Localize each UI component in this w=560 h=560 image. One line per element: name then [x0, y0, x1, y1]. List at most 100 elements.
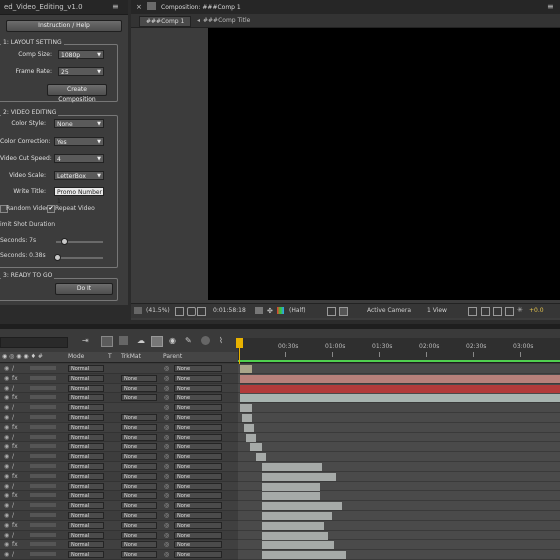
trkmat-dropdown[interactable]: None [121, 541, 157, 549]
video-switch-icon[interactable]: ◉ [4, 365, 9, 372]
trkmat-dropdown[interactable]: None [121, 414, 157, 421]
layer-duration-bar[interactable] [262, 531, 328, 540]
parent-dropdown[interactable]: None [174, 482, 222, 490]
layer-row[interactable]: ◉ fx Normal None ◎ None [0, 393, 238, 404]
frame-blending-icon[interactable] [151, 336, 163, 347]
trkmat-dropdown[interactable]: None [121, 423, 157, 431]
composition-tab[interactable]: × Composition: ###Comp 1 ≡ [131, 0, 560, 14]
max-seconds-slider-handle[interactable] [61, 238, 68, 245]
trkmat-dropdown[interactable]: None [121, 521, 157, 529]
parent-column-header[interactable]: Parent [163, 353, 182, 360]
region-of-interest-icon[interactable] [327, 307, 336, 316]
zoom-dropdown[interactable]: (41.5%) [146, 307, 170, 314]
trkmat-dropdown[interactable]: None [121, 453, 157, 461]
video-cut-speed-dropdown[interactable]: 4 ▼ [54, 154, 104, 163]
layer-duration-bar[interactable] [262, 521, 324, 530]
mode-dropdown[interactable]: Normal [68, 384, 104, 392]
video-switch-icon[interactable]: ◉ [4, 443, 9, 450]
video-switch-icon[interactable]: ◉ [4, 551, 9, 558]
parent-pickwhip-icon[interactable]: ◎ [164, 463, 169, 470]
layer-row[interactable]: ◉ fx Normal None ◎ None [0, 422, 238, 433]
timeline-icon[interactable] [493, 307, 502, 316]
composition-viewer[interactable] [208, 28, 560, 300]
parent-pickwhip-icon[interactable]: ◎ [164, 424, 169, 431]
layer-duration-bar[interactable] [262, 482, 320, 491]
layer-row[interactable]: ◉ fx Normal None ◎ None [0, 491, 238, 502]
layer-row[interactable]: ◉ / Normal None ◎ None [0, 501, 238, 511]
parent-pickwhip-icon[interactable]: ◎ [164, 394, 169, 401]
layer-duration-bar[interactable] [262, 541, 334, 550]
layer-duration-bar[interactable] [256, 453, 266, 462]
parent-dropdown[interactable]: None [174, 384, 222, 392]
parent-dropdown[interactable]: None [174, 453, 222, 461]
parent-pickwhip-icon[interactable]: ◎ [164, 365, 169, 372]
parent-pickwhip-icon[interactable]: ◎ [164, 404, 169, 411]
motion-blur-icon[interactable]: ◉ [169, 336, 176, 345]
layer-duration-bar[interactable] [262, 551, 346, 560]
video-switch-icon[interactable]: ◉ [4, 385, 9, 392]
instruction-help-button[interactable]: Instruction / Help [6, 20, 122, 32]
layer-duration-bar[interactable] [246, 433, 256, 442]
parent-dropdown[interactable]: None [174, 463, 222, 470]
parent-pickwhip-icon[interactable]: ◎ [164, 443, 169, 450]
parent-dropdown[interactable]: None [174, 433, 222, 441]
color-style-dropdown[interactable]: None ▼ [54, 119, 104, 128]
trkmat-dropdown[interactable]: None [121, 433, 157, 441]
mode-dropdown[interactable]: Normal [68, 482, 104, 490]
lock-icon[interactable] [147, 2, 156, 10]
layer-row[interactable]: ◉ / Normal None ◎ None [0, 383, 238, 394]
trkmat-dropdown[interactable]: None [121, 443, 157, 451]
auto-keyframe-icon[interactable] [201, 336, 210, 345]
trkmat-dropdown[interactable]: None [121, 463, 157, 470]
parent-pickwhip-icon[interactable]: ◎ [164, 512, 169, 519]
parent-pickwhip-icon[interactable]: ◎ [164, 375, 169, 382]
layer-row[interactable]: ◉ / Normal None ◎ None [0, 432, 238, 443]
video-switch-icon[interactable]: ◉ [4, 375, 9, 382]
parent-pickwhip-icon[interactable]: ◎ [164, 551, 169, 558]
transparency-grid-icon[interactable] [197, 307, 206, 316]
layer-duration-bar[interactable] [240, 374, 560, 383]
layer-row[interactable]: ◉ / Normal None ◎ None [0, 452, 238, 462]
mode-dropdown[interactable]: Normal [68, 541, 104, 549]
layer-row[interactable]: ◉ fx Normal None ◎ None [0, 373, 238, 384]
parent-dropdown[interactable]: None [174, 374, 222, 382]
parent-dropdown[interactable]: None [174, 551, 222, 559]
graph-editor-icon[interactable]: ⌇ [219, 336, 223, 345]
trkmat-dropdown[interactable]: None [121, 394, 157, 402]
video-switch-icon[interactable]: ◉ [4, 492, 9, 499]
parent-dropdown[interactable]: None [174, 531, 222, 539]
layer-row[interactable]: ◉ fx Normal None ◎ None [0, 471, 238, 482]
live-update-icon[interactable] [101, 336, 113, 347]
panel-divider[interactable] [0, 324, 560, 329]
mode-dropdown[interactable]: Normal [68, 472, 104, 480]
video-switch-icon[interactable]: ◉ [4, 453, 9, 460]
min-seconds-slider-handle[interactable] [54, 254, 61, 261]
layer-duration-bar[interactable] [240, 365, 252, 373]
timeline-search-input[interactable] [0, 337, 68, 348]
layer-duration-bar[interactable] [240, 404, 252, 413]
mode-dropdown[interactable]: Normal [68, 443, 104, 451]
mode-column-header[interactable]: Mode [68, 353, 84, 360]
video-switch-icon[interactable]: ◉ [4, 502, 9, 509]
mode-dropdown[interactable]: Normal [68, 551, 104, 559]
layer-row[interactable]: ◉ / Normal None ◎ None [0, 481, 238, 492]
mode-dropdown[interactable]: Normal [68, 394, 104, 402]
video-scale-dropdown[interactable]: LetterBox ▼ [54, 171, 104, 180]
video-switch-icon[interactable]: ◉ [4, 414, 9, 421]
layer-switches[interactable] [30, 424, 56, 429]
comp-breadcrumb-comp1[interactable]: ###Comp 1 [139, 16, 192, 27]
frame-rate-dropdown[interactable]: 25 ▼ [58, 67, 104, 76]
layer-switches[interactable] [30, 405, 56, 410]
mode-dropdown[interactable]: Normal [68, 492, 104, 500]
trkmat-dropdown[interactable]: None [121, 384, 157, 392]
parent-pickwhip-icon[interactable]: ◎ [164, 414, 169, 421]
trkmat-dropdown[interactable]: None [121, 502, 157, 510]
parent-pickwhip-icon[interactable]: ◎ [164, 502, 169, 509]
layer-duration-bar[interactable] [240, 384, 560, 393]
flowchart-icon[interactable] [505, 307, 514, 316]
repeat-video-checkbox[interactable]: ✔ [47, 205, 55, 213]
layer-switches[interactable] [30, 464, 56, 468]
layer-row[interactable]: ◉ fx Normal None ◎ None [0, 520, 238, 531]
mode-dropdown[interactable]: Normal [68, 404, 104, 412]
resolution-dropdown[interactable]: (Half) [289, 307, 306, 314]
